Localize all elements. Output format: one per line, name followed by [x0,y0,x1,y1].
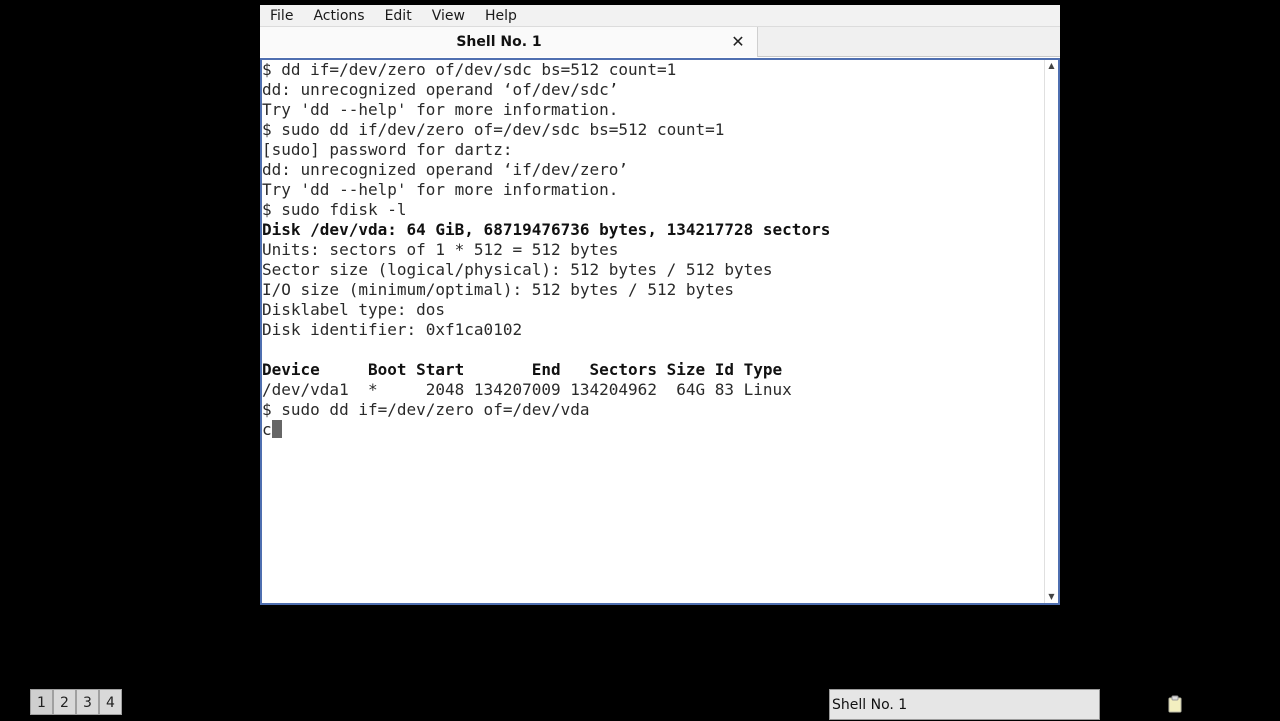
terminal-line: $ sudo dd if/dev/zero of=/dev/sdc bs=512… [262,120,725,139]
terminal-line: Disklabel type: dos [262,300,446,319]
menu-actions[interactable]: Actions [303,5,374,27]
close-icon[interactable]: ✕ [730,34,746,50]
scroll-down-icon[interactable]: ▼ [1045,591,1058,603]
workspace-4[interactable]: 4 [99,689,122,715]
terminal-line: Sector size (logical/physical): 512 byte… [262,260,773,279]
terminal-line: dd: unrecognized operand ‘of/dev/sdc’ [262,80,619,99]
taskbar-item-shell[interactable]: Shell No. 1 [829,689,1100,720]
terminal-area[interactable]: $ dd if=/dev/zero of/dev/sdc bs=512 coun… [260,58,1060,605]
text-cursor [271,420,282,438]
terminal-line: [sudo] password for dartz: [262,140,513,159]
terminal-input-line[interactable]: c [262,420,1044,440]
terminal-line: /dev/vda1 * 2048 134207009 134204962 64G… [262,380,792,399]
scroll-up-icon[interactable]: ▲ [1045,60,1058,72]
tab-shell-1[interactable]: Shell No. 1 ✕ [260,27,758,57]
terminal-line: $ sudo fdisk -l [262,200,407,219]
clipboard-icon[interactable] [1166,695,1184,713]
typed-text: c [262,420,272,439]
workspace-1[interactable]: 1 [30,689,53,715]
terminal-line: $ sudo dd if=/dev/zero of=/dev/vda [262,400,590,419]
terminal-window: File Actions Edit View Help Shell No. 1 … [260,5,1060,605]
menu-edit[interactable]: Edit [375,5,422,27]
terminal-line: dd: unrecognized operand ‘if/dev/zero’ [262,160,629,179]
workspace-3[interactable]: 3 [76,689,99,715]
terminal-output: $ dd if=/dev/zero of/dev/sdc bs=512 coun… [262,60,1044,440]
workspace-2[interactable]: 2 [53,689,76,715]
tab-bar: Shell No. 1 ✕ [260,27,1060,57]
terminal-line: Disk /dev/vda: 64 GiB, 68719476736 bytes… [262,220,831,239]
terminal-line: $ dd if=/dev/zero of/dev/sdc bs=512 coun… [262,60,677,79]
terminal-line: Disk identifier: 0xf1ca0102 [262,320,523,339]
terminal-line: I/O size (minimum/optimal): 512 bytes / … [262,280,735,299]
menu-help[interactable]: Help [475,5,527,27]
tab-title: Shell No. 1 [456,34,542,50]
vertical-scrollbar[interactable]: ▲ ▼ [1044,60,1058,603]
workspace-switcher: 1 2 3 4 [30,689,122,715]
menu-view[interactable]: View [422,5,475,27]
menu-file[interactable]: File [260,5,303,27]
menubar: File Actions Edit View Help [260,5,1060,27]
terminal-line: Device Boot Start End Sectors Size Id Ty… [262,360,783,379]
terminal-line: Try 'dd --help' for more information. [262,180,619,199]
terminal-line: Try 'dd --help' for more information. [262,100,619,119]
terminal-line: Units: sectors of 1 * 512 = 512 bytes [262,240,619,259]
